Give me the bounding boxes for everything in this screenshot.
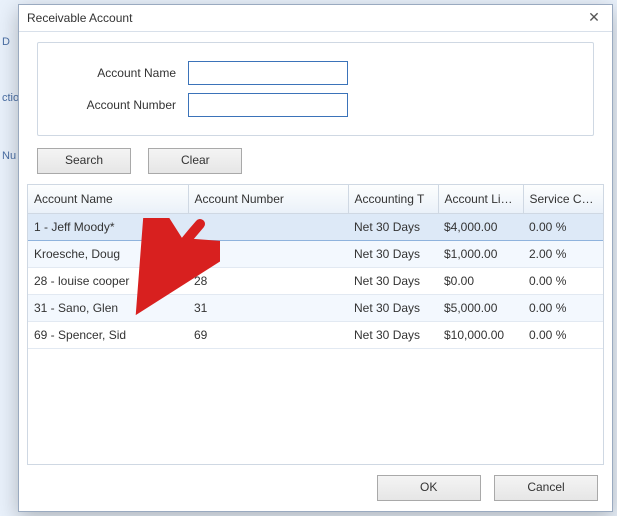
cell-number xyxy=(188,241,348,268)
clear-button[interactable]: Clear xyxy=(148,148,242,174)
cell-number: 69 xyxy=(188,322,348,349)
search-button[interactable]: Search xyxy=(37,148,131,174)
accounts-grid: Account Name Account Number Accounting T… xyxy=(27,184,604,465)
search-button-row: Search Clear xyxy=(19,140,612,184)
table-row[interactable]: 1 - Jeff Moody*1Net 30 Days$4,000.000.00… xyxy=(28,214,604,241)
close-icon[interactable]: ✕ xyxy=(584,8,604,28)
background-window-hints: D ctio Nu xyxy=(0,0,20,516)
account-number-input[interactable] xyxy=(188,93,348,117)
dialog-title: Receivable Account xyxy=(27,5,132,31)
cancel-button[interactable]: Cancel xyxy=(494,475,598,501)
dialog-footer: OK Cancel xyxy=(19,465,612,511)
cell-limit: $5,000.00 xyxy=(438,295,523,322)
cell-number: 31 xyxy=(188,295,348,322)
cell-service: 0.00 % xyxy=(523,268,604,295)
col-header-service[interactable]: Service Charg xyxy=(523,185,604,214)
table-header-row: Account Name Account Number Accounting T… xyxy=(28,185,604,214)
bg-text: D xyxy=(2,36,10,48)
cell-service: 0.00 % xyxy=(523,214,604,241)
cell-service: 2.00 % xyxy=(523,241,604,268)
cell-terms: Net 30 Days xyxy=(348,322,438,349)
table-row[interactable]: Kroesche, Doug Net 30 Days$1,000.002.00 % xyxy=(28,241,604,268)
dialog-titlebar: Receivable Account ✕ xyxy=(19,5,612,32)
bg-text: Nu xyxy=(2,150,16,162)
cell-limit: $4,000.00 xyxy=(438,214,523,241)
cell-terms: Net 30 Days xyxy=(348,295,438,322)
cell-name: 69 - Spencer, Sid xyxy=(28,322,188,349)
table-row[interactable]: 69 - Spencer, Sid69Net 30 Days$10,000.00… xyxy=(28,322,604,349)
account-number-label: Account Number xyxy=(56,98,188,112)
cell-name: 1 - Jeff Moody* xyxy=(28,214,188,241)
cell-terms: Net 30 Days xyxy=(348,214,438,241)
cell-terms: Net 30 Days xyxy=(348,268,438,295)
cell-limit: $1,000.00 xyxy=(438,241,523,268)
cell-terms: Net 30 Days xyxy=(348,241,438,268)
col-header-limit[interactable]: Account Limit xyxy=(438,185,523,214)
cell-number: 1 xyxy=(188,214,348,241)
cell-name: 31 - Sano, Glen xyxy=(28,295,188,322)
cell-limit: $10,000.00 xyxy=(438,322,523,349)
accounts-table: Account Name Account Number Accounting T… xyxy=(28,185,604,349)
account-name-row: Account Name xyxy=(56,59,575,87)
account-name-label: Account Name xyxy=(56,66,188,80)
cell-limit: $0.00 xyxy=(438,268,523,295)
ok-button[interactable]: OK xyxy=(377,475,481,501)
table-row[interactable]: 28 - louise cooper28Net 30 Days$0.000.00… xyxy=(28,268,604,295)
account-number-row: Account Number xyxy=(56,91,575,119)
receivable-account-dialog: Receivable Account ✕ Account Name Accoun… xyxy=(18,4,613,512)
table-row[interactable]: 31 - Sano, Glen31Net 30 Days$5,000.000.0… xyxy=(28,295,604,322)
account-name-input[interactable] xyxy=(188,61,348,85)
search-form-box: Account Name Account Number xyxy=(37,42,594,136)
cell-service: 0.00 % xyxy=(523,295,604,322)
search-form-panel: Account Name Account Number xyxy=(19,32,612,140)
col-header-name[interactable]: Account Name xyxy=(28,185,188,214)
col-header-terms[interactable]: Accounting T xyxy=(348,185,438,214)
cell-service: 0.00 % xyxy=(523,322,604,349)
col-header-number[interactable]: Account Number xyxy=(188,185,348,214)
cell-name: Kroesche, Doug xyxy=(28,241,188,268)
bg-text: ctio xyxy=(2,92,19,104)
cell-name: 28 - louise cooper xyxy=(28,268,188,295)
cell-number: 28 xyxy=(188,268,348,295)
